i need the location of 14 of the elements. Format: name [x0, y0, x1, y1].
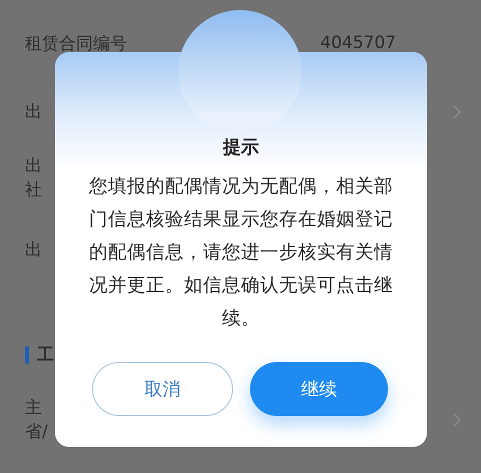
field-label: 出 社: [25, 155, 42, 202]
section-marker: [25, 346, 29, 364]
cancel-button[interactable]: 取消: [92, 362, 232, 416]
continue-button[interactable]: 继续: [250, 362, 388, 416]
section-title: 工: [37, 344, 54, 367]
field-label: 出: [25, 239, 42, 262]
dialog-title: 提示: [222, 136, 260, 160]
chevron-icon[interactable]: [452, 104, 462, 120]
chevron-icon[interactable]: [452, 412, 462, 428]
field-label: 租赁合同编号: [25, 33, 127, 56]
field-label: 主 省/: [25, 397, 48, 444]
field-value: 4045707: [320, 32, 396, 56]
field-label: 出: [25, 101, 42, 124]
dialog-message: 您填报的配偶情况为无配偶，相关部门信息核验结果显示您存在婚姻登记的配偶信息，请您进一步核实有关情况并更正。如信息确认无误可点击继续。: [88, 175, 394, 331]
